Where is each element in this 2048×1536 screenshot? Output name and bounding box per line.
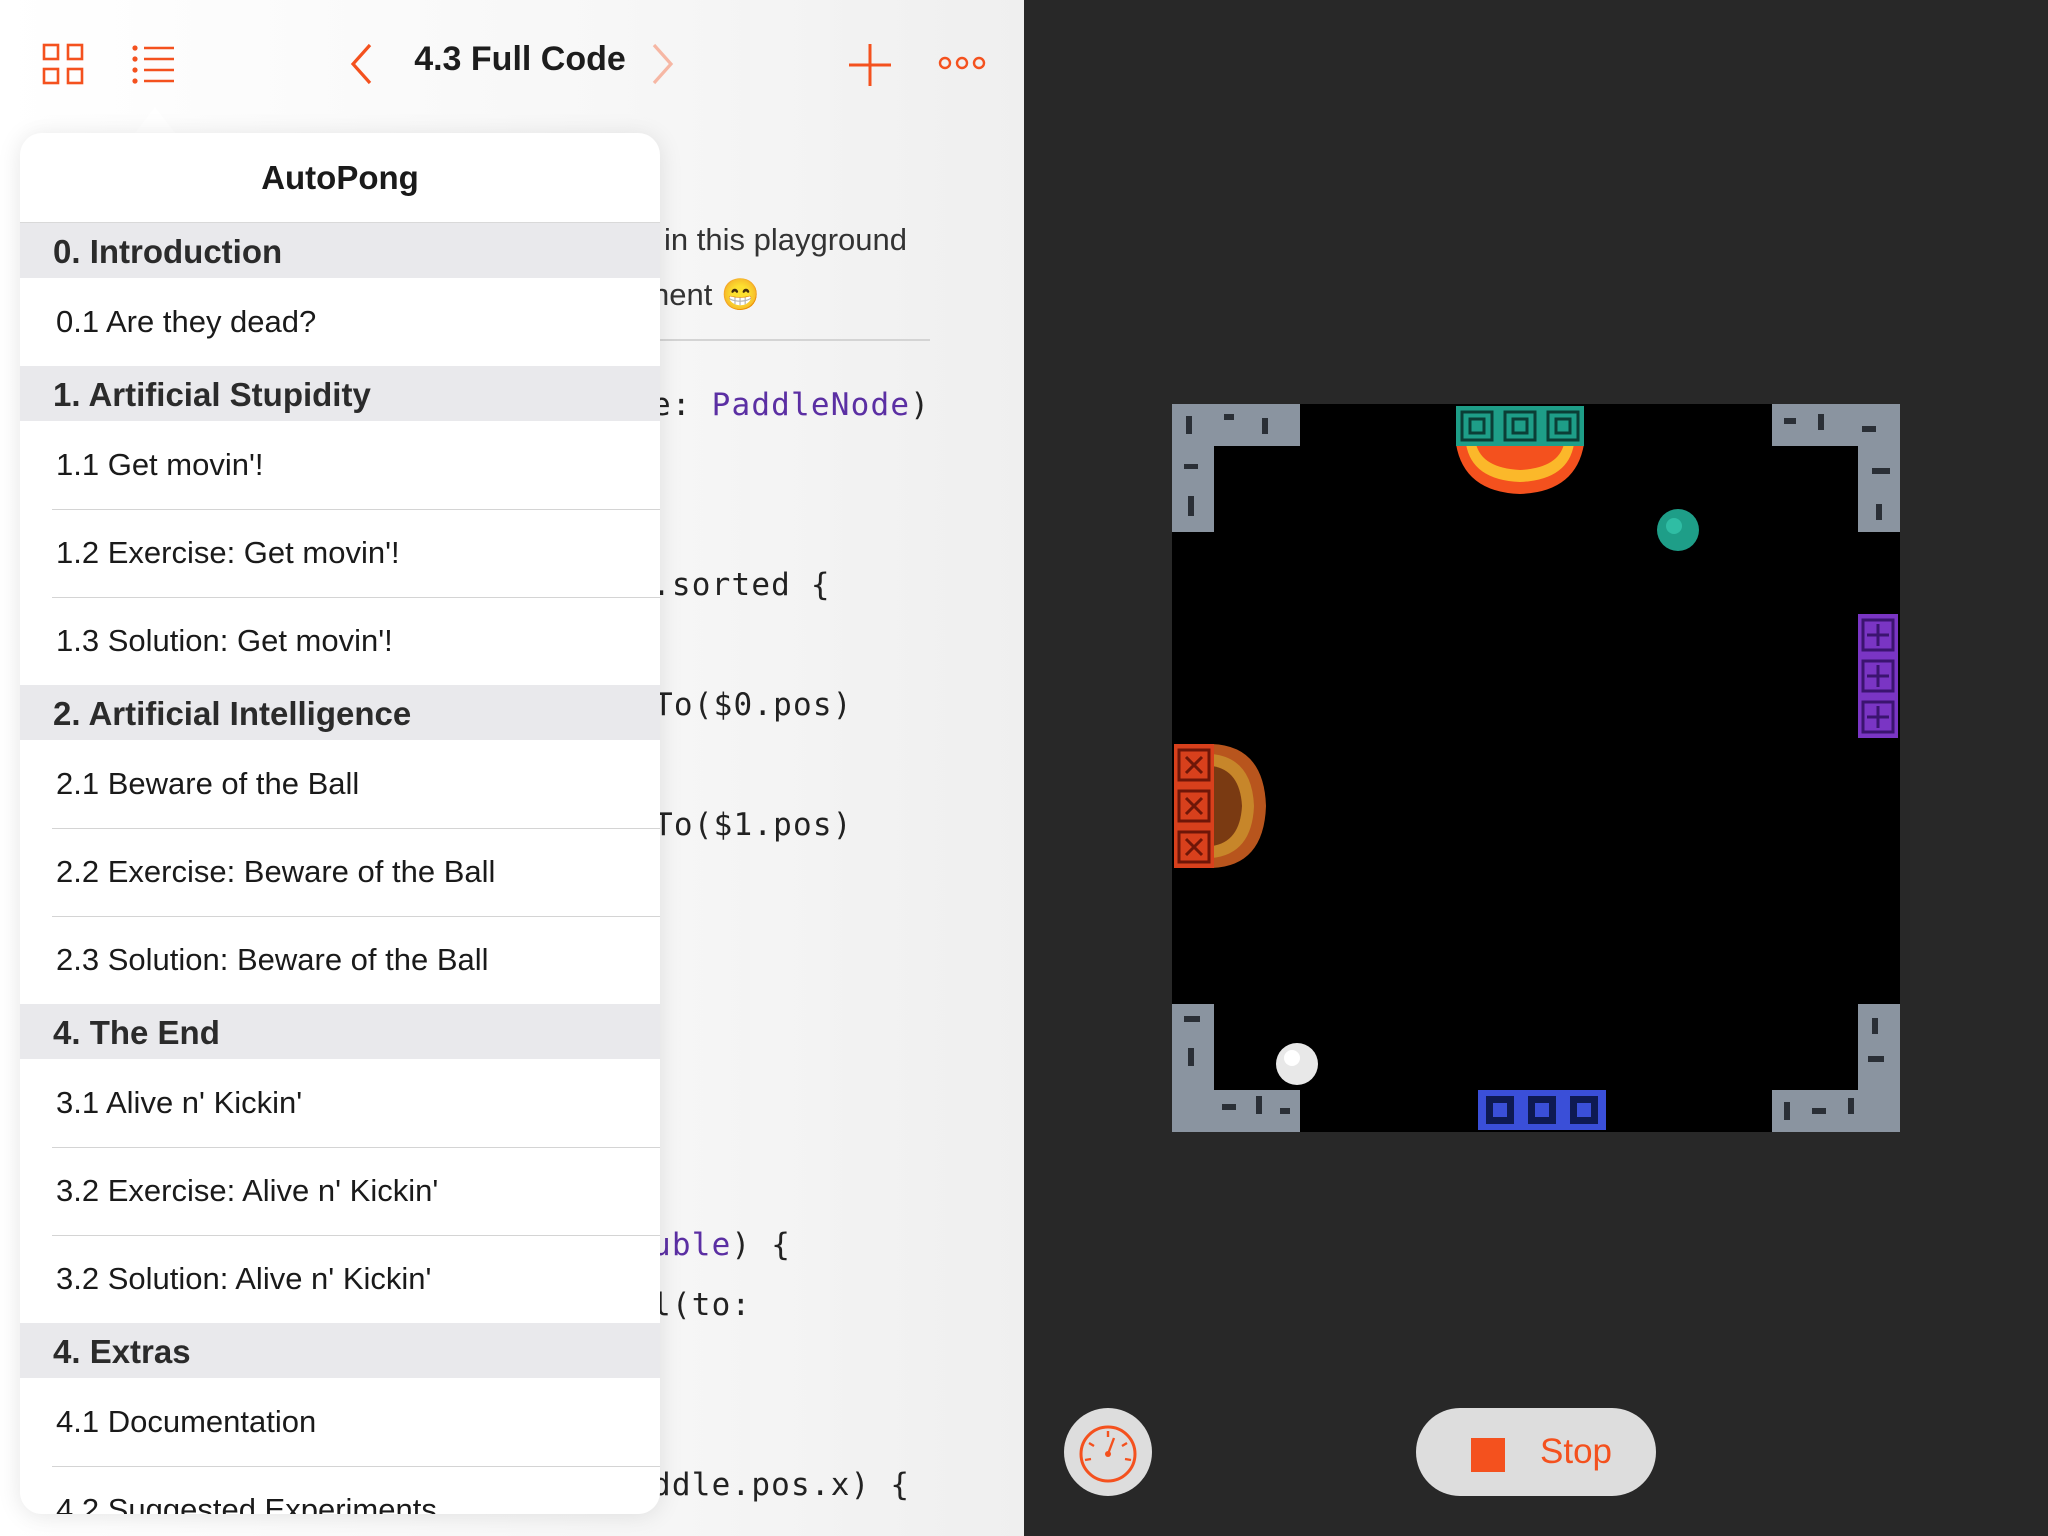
toc-item[interactable]: 4.1 Documentation [20,1378,660,1466]
code-line[interactable]: .sorted { [652,567,831,603]
toc-item[interactable]: 3.2 Exercise: Alive n' Kickin' [20,1147,660,1235]
right-paddle [1858,614,1898,738]
playground-editor: 4.3 Full Code in this playground nent 😁 … [0,0,1024,1536]
chevron-left-icon[interactable] [348,42,376,86]
stop-icon [1471,1438,1505,1472]
toc-item[interactable]: 2.2 Exercise: Beware of the Ball [20,828,660,916]
section-header: 2. Artificial Intelligence [20,685,660,740]
section-header: 1. Artificial Stupidity [20,366,660,421]
section-header: 0. Introduction [20,223,660,278]
toc-item[interactable]: 0.1 Are they dead? [20,278,660,366]
doc-prose-line: nent 😁 [652,277,760,312]
toc-item[interactable]: 3.2 Solution: Alive n' Kickin' [20,1235,660,1323]
toc-item[interactable]: 1.2 Exercise: Get movin'! [20,509,660,597]
code-line[interactable]: l(to: [652,1287,751,1323]
speed-button[interactable] [1064,1408,1152,1496]
more-icon[interactable] [938,55,986,71]
green-ball-highlight [1666,518,1682,534]
stop-label: Stop [1540,1432,1612,1471]
popover-title: AutoPong [20,133,660,223]
toc-item[interactable]: 2.3 Solution: Beware of the Ball [20,916,660,1004]
toc-item[interactable]: 2.1 Beware of the Ball [20,740,660,828]
game-background [1172,404,1900,1132]
left-paddle [1174,744,1266,868]
section-header: 4. Extras [20,1323,660,1378]
divider [640,339,930,341]
toc-item[interactable]: 3.1 Alive n' Kickin' [20,1059,660,1147]
grid-icon[interactable] [42,43,84,85]
chevron-right-icon[interactable] [648,42,676,86]
white-ball-highlight [1284,1050,1300,1066]
code-line[interactable]: ddle.pos.x) { [652,1467,910,1503]
popover-arrow [134,107,176,134]
code-line[interactable]: e: PaddleNode) [652,387,930,423]
code-line[interactable]: uble) { [652,1227,791,1263]
toc-item[interactable]: 1.1 Get movin'! [20,421,660,509]
table-of-contents-popover: AutoPong 0. Introduction 0.1 Are they de… [20,133,660,1514]
doc-prose-line: in this playground [664,222,907,257]
live-view [1024,0,2048,1536]
stop-button[interactable]: Stop [1416,1408,1656,1496]
bottom-paddle [1478,1090,1606,1130]
code-line[interactable]: To($1.pos) [654,807,853,843]
section-header: 4. The End [20,1004,660,1059]
list-icon[interactable] [132,44,176,84]
page-title: 4.3 Full Code [414,40,626,78]
pong-game-scene[interactable] [1172,404,1900,1132]
toc-item[interactable]: 1.3 Solution: Get movin'! [20,597,660,685]
code-line[interactable]: To($0.pos) [654,687,853,723]
plus-icon[interactable] [848,43,892,87]
toc-item[interactable]: 4.2 Suggested Experiments [20,1466,660,1514]
speedometer-icon [1079,1425,1137,1483]
